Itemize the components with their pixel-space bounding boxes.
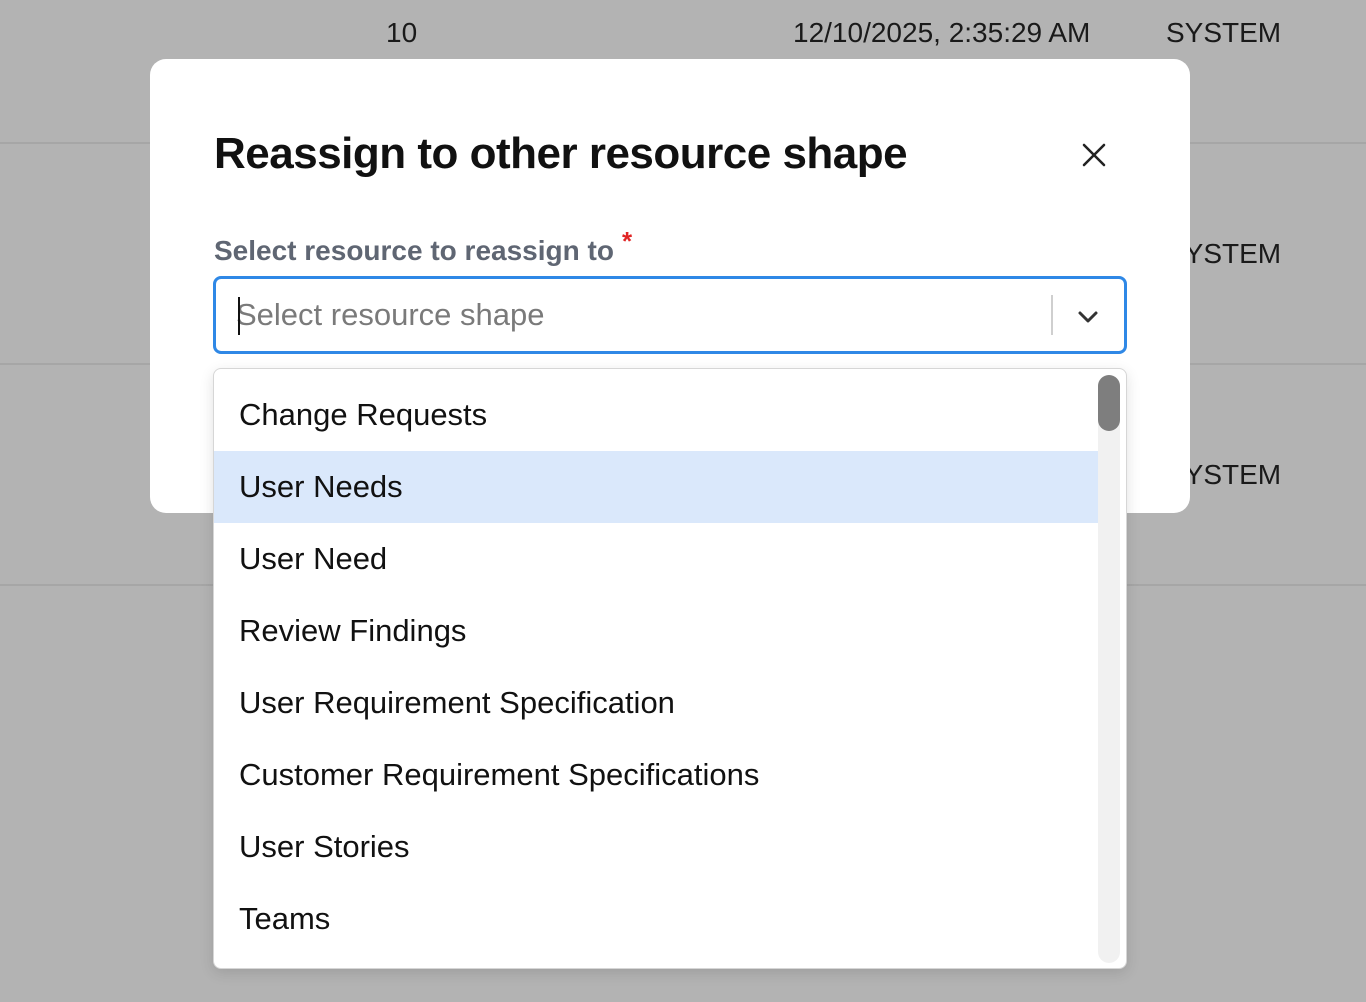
chevron-down-icon [1078,311,1098,323]
option-user-stories[interactable]: User Stories [214,811,1098,883]
text-caret [238,297,240,335]
close-icon [1082,143,1106,167]
modal-title: Reassign to other resource shape [214,129,908,178]
resource-shape-input[interactable] [236,293,1036,337]
option-user-requirement-specification[interactable]: User Requirement Specification [214,667,1098,739]
field-label: Select resource to reassign to * [214,226,632,267]
scrollbar-thumb[interactable] [1098,375,1120,431]
count-cell: 10 [386,17,418,48]
required-indicator: * [621,226,633,256]
close-button[interactable] [1076,137,1112,173]
menu-scrollbar[interactable] [1098,375,1120,963]
field-label-text: Select resource to reassign to [214,235,614,266]
option-list: Change Requests User Needs User Need Rev… [214,379,1098,955]
author-cell: SYSTEM [1166,17,1282,48]
indicator-separator [1051,295,1053,335]
option-teams[interactable]: Teams [214,883,1098,955]
option-review-findings[interactable]: Review Findings [214,595,1098,667]
option-user-need[interactable]: User Need [214,523,1098,595]
option-customer-requirement-specifications[interactable]: Customer Requirement Specifications [214,739,1098,811]
option-user-needs[interactable]: User Needs [214,451,1098,523]
option-change-requests[interactable]: Change Requests [214,379,1098,451]
timestamp-cell: 12/10/2025, 2:35:29 AM [793,17,1091,48]
resource-shape-select[interactable] [213,276,1127,354]
dropdown-toggle[interactable] [1072,301,1104,333]
resource-shape-menu: Change Requests User Needs User Need Rev… [213,368,1127,969]
